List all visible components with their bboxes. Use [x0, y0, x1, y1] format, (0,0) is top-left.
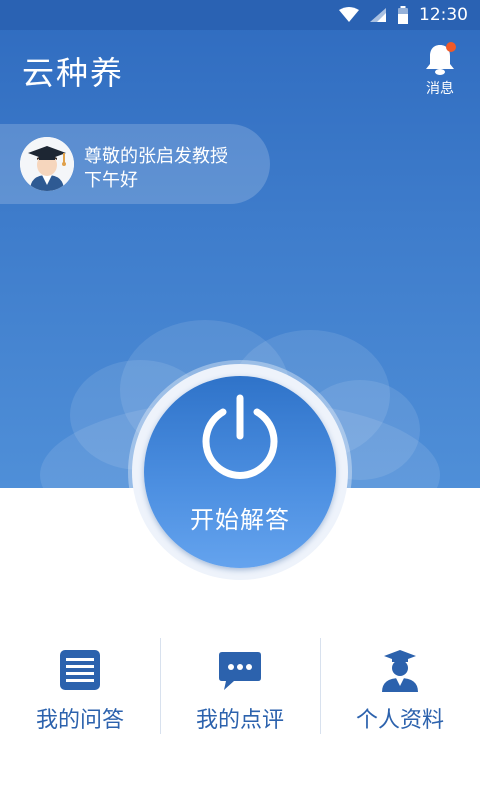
graduate-icon — [382, 650, 418, 692]
graduate-avatar[interactable] — [20, 137, 74, 191]
unread-dot — [446, 42, 456, 52]
nav-my-reviews[interactable]: 我的点评 — [160, 636, 320, 736]
bottom-nav: 我的问答 我的点评 个人资料 — [0, 636, 480, 736]
greeting-time: 下午好 — [84, 170, 138, 191]
power-icon — [202, 394, 278, 479]
messages-label: 消息 — [426, 81, 454, 97]
greeting-card: 尊敬的张启发教授 下午好 — [0, 124, 270, 204]
app-title: 云种养 — [22, 54, 125, 92]
nav-profile[interactable]: 个人资料 — [320, 636, 480, 736]
nav-label: 我的点评 — [195, 708, 284, 733]
chat-bubble-icon — [219, 652, 261, 690]
nav-label: 个人资料 — [355, 708, 444, 733]
list-icon — [60, 650, 100, 690]
nav-label: 我的问答 — [35, 708, 124, 733]
status-bar: 12:30 — [0, 0, 480, 30]
battery-icon — [398, 6, 408, 24]
start-answering-button[interactable]: 开始解答 — [144, 376, 336, 568]
messages-button[interactable]: 消息 — [420, 42, 460, 97]
clock: 12:30 — [419, 5, 468, 25]
wifi-icon — [339, 7, 359, 22]
nav-my-answers[interactable]: 我的问答 — [0, 636, 160, 736]
start-answering-label: 开始解答 — [190, 506, 290, 534]
bell-icon — [420, 42, 460, 76]
signal-icon — [370, 8, 386, 22]
greeting-name: 尊敬的张启发教授 — [84, 146, 228, 167]
